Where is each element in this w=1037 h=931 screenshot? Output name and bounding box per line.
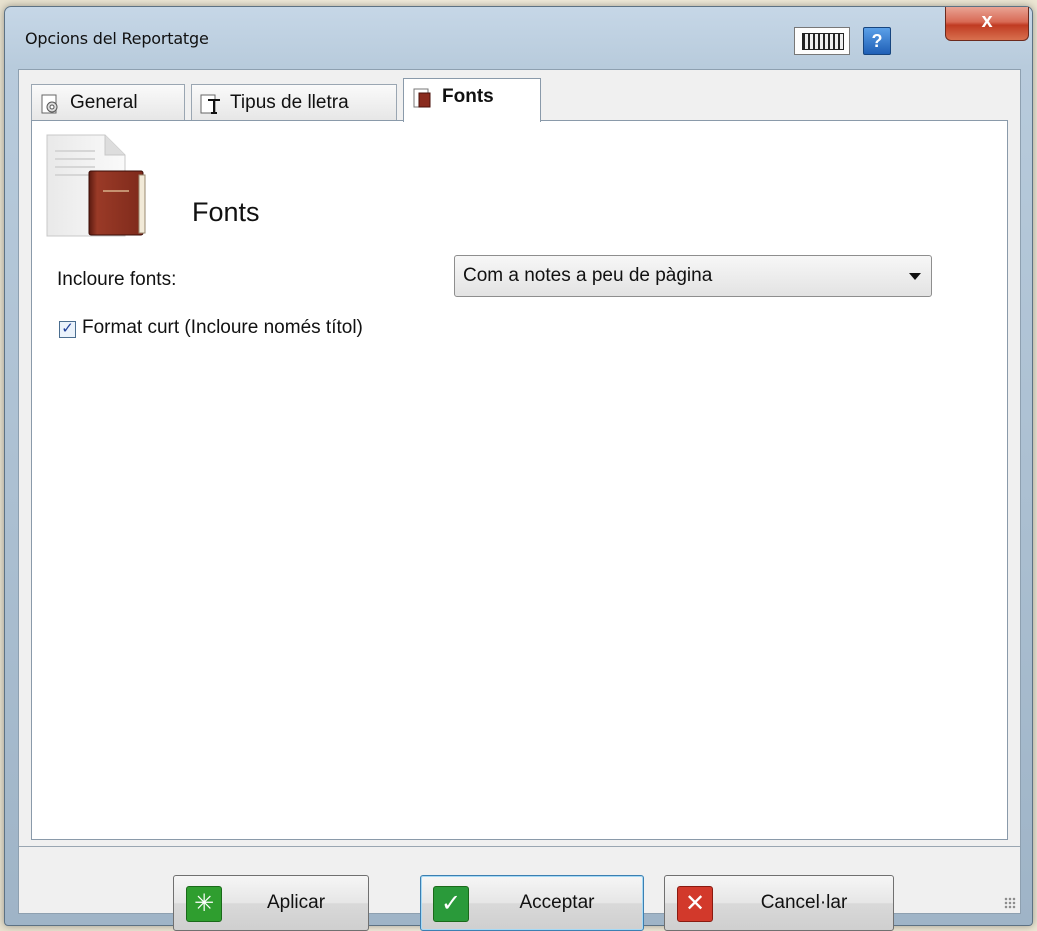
window-title: Opcions del Reportatge	[25, 29, 209, 48]
cancel-button[interactable]: ✕ Cancel·lar	[664, 875, 894, 931]
page-title: Fonts	[192, 197, 260, 227]
text-cursor-icon	[200, 94, 220, 114]
apply-button-label: Aplicar	[266, 892, 326, 913]
chevron-down-icon	[909, 273, 921, 280]
footer-divider	[19, 846, 1020, 847]
resize-grip[interactable]	[1004, 897, 1016, 909]
apply-button[interactable]: ✳ Aplicar	[173, 875, 369, 931]
close-icon: ✕	[677, 886, 713, 922]
tab-label: Fonts	[442, 86, 494, 107]
tab-tipus-de-lletra[interactable]: Tipus de lletra	[191, 84, 397, 121]
dialog-body: General Tipus de lletra Fonts Fonts Incl…	[18, 69, 1021, 931]
tab-label: General	[70, 92, 138, 113]
tab-label: Tipus de lletra	[230, 92, 349, 113]
short-format-label[interactable]: Format curt (Incloure només títol)	[82, 317, 363, 339]
title-bar[interactable]: Opcions del Reportatge ? x	[5, 7, 1032, 69]
sparkle-icon: ✳	[186, 886, 222, 922]
tab-fonts[interactable]: Fonts	[403, 78, 541, 122]
accept-button[interactable]: ✓ Acceptar	[420, 875, 644, 931]
cancel-button-label: Cancel·lar	[760, 892, 848, 913]
tab-general[interactable]: General	[31, 84, 185, 121]
include-fonts-label: Incloure fonts:	[57, 269, 177, 290]
keyboard-button[interactable]	[794, 27, 850, 55]
gear-document-icon	[41, 94, 58, 114]
accept-button-label: Acceptar	[519, 892, 595, 913]
dialog-window: Opcions del Reportatge ? x General Tipus…	[4, 6, 1033, 931]
help-button[interactable]: ?	[863, 27, 891, 55]
include-fonts-value: Com a notes a peu de pàgina	[463, 265, 713, 286]
keyboard-icon	[802, 33, 844, 50]
include-fonts-select[interactable]: Com a notes a peu de pàgina	[454, 255, 932, 297]
tab-content-panel: Fonts Incloure fonts: Com a notes a peu …	[31, 120, 1008, 840]
short-format-checkbox[interactable]: ✓	[59, 321, 76, 338]
book-document-icon	[46, 134, 146, 237]
check-icon: ✓	[433, 886, 469, 922]
book-document-icon	[413, 88, 431, 108]
close-button[interactable]: x	[945, 7, 1029, 41]
